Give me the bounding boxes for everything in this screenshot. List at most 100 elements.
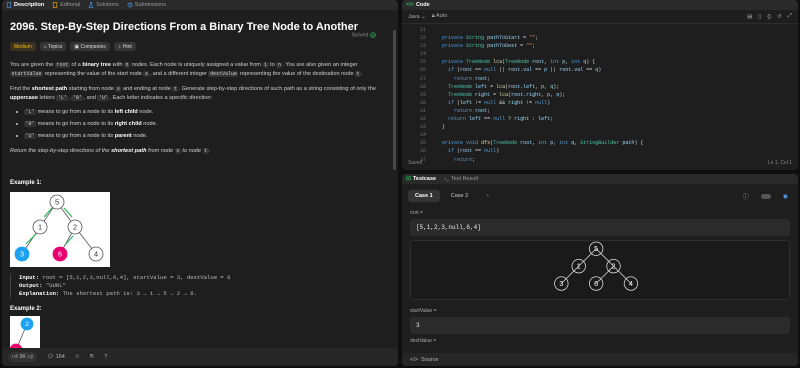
line-number: 35 xyxy=(419,140,426,147)
cursor-position: Ln 1, Col 1 xyxy=(767,160,792,166)
description-paragraph-1: You are given the root of a binary tree … xyxy=(10,61,390,79)
example-1-output: "UURL" xyxy=(45,282,67,289)
tree-node: 6 xyxy=(52,246,68,262)
bold-text: uppercase xyxy=(10,95,38,101)
topics-label: Topics xyxy=(48,43,63,50)
root-input[interactable]: [5,1,2,3,null,6,4] xyxy=(410,219,790,236)
tag-chips: Medium ⌂ Topics ▣ Companies ♁ Hint xyxy=(10,42,390,51)
code-text: TreeNode right = lca(root.right, p, q); xyxy=(448,91,566,98)
return-statement: Return the step-by-step directions of th… xyxy=(10,147,390,156)
tab-testcase-label: Testcase xyxy=(412,176,437,182)
lock-icon: 🔒︎ xyxy=(431,13,435,19)
help-icon[interactable]: ? xyxy=(104,354,107,360)
svg-text:2: 2 xyxy=(25,321,29,328)
bold-text: binary tree xyxy=(82,62,111,68)
braces-icon[interactable]: {} xyxy=(767,14,771,20)
text-run: . Generate step-by-step directions of su… xyxy=(178,86,376,92)
code-text: return; xyxy=(454,156,476,163)
line-number: 28 xyxy=(419,83,426,90)
code-text: return root; xyxy=(454,75,491,82)
code-text: if (left != null && right != null) xyxy=(448,99,551,106)
inline-code: 'U' xyxy=(24,133,37,139)
text-run: You are given the xyxy=(10,62,55,68)
bold-text: left child xyxy=(114,109,138,115)
start-value-input[interactable]: 3 xyxy=(410,317,790,334)
case-2-tab[interactable]: Case 2 xyxy=(444,190,475,202)
example-1-heading: Example 1: xyxy=(10,180,42,186)
root-tree-preview: 5 1 2 3 6 4 xyxy=(410,240,790,300)
testcase-tabbar: ☑ Testcase ›_ Test Result xyxy=(402,174,798,184)
tab-test-result-label: Test Result xyxy=(450,176,479,182)
favorite-icon[interactable]: ☆ xyxy=(75,354,80,360)
tab-solutions[interactable]: Solutions xyxy=(88,2,119,8)
tab-submissions[interactable]: Submissions xyxy=(127,2,166,8)
tab-editorial[interactable]: Editorial xyxy=(52,2,80,8)
like-button[interactable]: 👍︎ 3K 👎︎ xyxy=(8,352,38,362)
bookmark-icon[interactable]: ▯ xyxy=(758,14,761,20)
text-run: . You are also given an integer xyxy=(282,62,358,68)
tab-submissions-label: Submissions xyxy=(134,2,166,8)
text-run: nodes. Each node is uniquely assigned a … xyxy=(130,62,263,68)
topics-chip[interactable]: ⌂ Topics xyxy=(39,42,67,51)
terminal-icon: ›_ xyxy=(444,176,449,182)
tree-node: 2 xyxy=(20,317,34,331)
companies-label: Companies xyxy=(80,43,106,50)
code-text: return root; xyxy=(454,107,491,114)
case-1-tab[interactable]: Case 1 xyxy=(408,190,440,202)
tab-test-result[interactable]: ›_ Test Result xyxy=(444,176,478,182)
line-number: 33 xyxy=(419,124,426,131)
text-run: starting from node xyxy=(67,86,116,92)
bold-text: shortest path xyxy=(111,148,147,154)
companies-chip[interactable]: ▣ Companies xyxy=(70,42,110,51)
code-toolbar: Java ⌄ 🔒︎ Auto ▤ ▯ {} ↺ ⤢ xyxy=(402,10,798,24)
checkbox-icon: ☑ xyxy=(406,176,411,182)
thumbs-down-icon: 👎︎ xyxy=(27,354,34,360)
reset-icon[interactable]: ↺ xyxy=(777,14,782,20)
code-line: 26 if (root == null || root.val == p || … xyxy=(402,66,798,74)
dest-value-label: destValue = xyxy=(410,338,437,342)
code-line: 22 private String pathToStart = ""; xyxy=(402,34,798,42)
fullscreen-icon[interactable]: ⤢ xyxy=(788,13,792,20)
code-editor[interactable]: 21 22 private String pathToStart = ""; 23 … xyxy=(402,24,798,164)
hint-chip[interactable]: ♁ Hint xyxy=(113,42,136,51)
text-run: representing the value of the start node xyxy=(43,71,144,77)
eye-icon[interactable]: ◉ xyxy=(783,193,788,200)
testcase-panel: ☑ Testcase ›_ Test Result Case 1 Case 2 … xyxy=(402,174,798,366)
text-run: Find the xyxy=(10,86,32,92)
solved-label: Solved xyxy=(351,32,369,39)
source-bar[interactable]: </> Source xyxy=(402,353,798,366)
share-icon[interactable]: ⇱ xyxy=(90,354,95,360)
text-run: representing the value of the destinatio… xyxy=(238,71,356,77)
tab-testcase[interactable]: ☑ Testcase xyxy=(406,176,436,182)
inline-code: root xyxy=(54,62,70,68)
description-scrollbar[interactable] xyxy=(393,30,396,170)
lightbulb-icon: ♁ xyxy=(117,43,122,50)
svg-text:2: 2 xyxy=(612,263,616,271)
comments-button[interactable]: 💬︎ 164 xyxy=(47,354,65,360)
code-text: return left == null ? right : left; xyxy=(448,116,554,123)
notes-icon[interactable]: ▤ xyxy=(747,14,752,20)
direction-text: 'R' means to go from a node to its right… xyxy=(24,121,157,127)
auto-mode[interactable]: 🔒︎ Auto xyxy=(432,13,448,20)
svg-text:1: 1 xyxy=(38,222,42,231)
language-select[interactable]: Java ⌄ xyxy=(408,14,426,20)
mode-label: Auto xyxy=(435,13,448,19)
tab-description[interactable]: Description xyxy=(6,2,44,8)
code-line: 24 xyxy=(402,50,798,58)
inline-code: 'L' xyxy=(24,109,37,115)
example-1-explanation: The shortest path is: 3 → 1 → 5 → 2 → 6. xyxy=(62,290,197,297)
svg-text:1: 1 xyxy=(577,263,581,271)
problem-title[interactable]: 2096. Step-By-Step Directions From a Bin… xyxy=(10,21,390,33)
svg-text:2: 2 xyxy=(73,222,77,231)
path-arrow xyxy=(63,207,73,218)
tag-icon: ⌂ xyxy=(43,43,47,50)
line-number: 23 xyxy=(419,43,426,50)
check-circle-icon xyxy=(370,32,376,38)
code-line: 33 } xyxy=(402,123,798,131)
inline-code: destValue xyxy=(208,71,239,77)
language-label: Java xyxy=(408,13,420,20)
add-case-button[interactable]: + xyxy=(479,190,496,202)
tab-code[interactable]: </> Code xyxy=(406,2,430,8)
toggle-switch[interactable] xyxy=(760,193,771,199)
help-circle-icon[interactable]: ⓘ xyxy=(743,192,749,201)
